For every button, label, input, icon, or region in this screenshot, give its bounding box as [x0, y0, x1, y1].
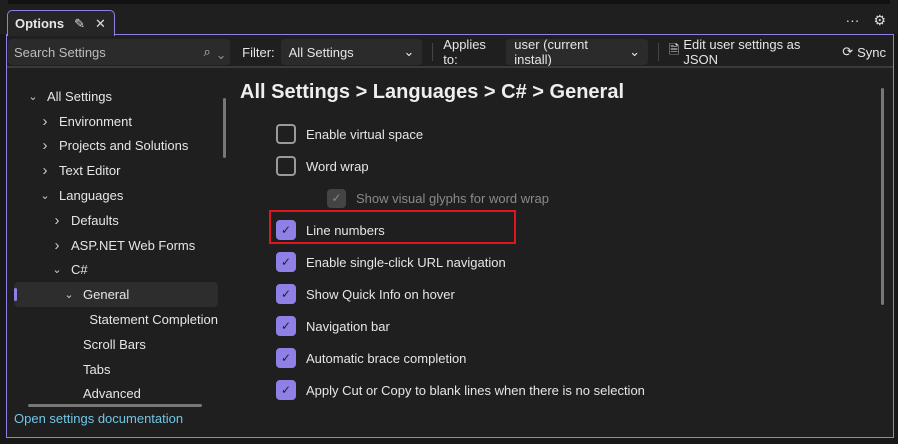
tree-item[interactable]: Advanced: [14, 382, 218, 407]
option-label: Word wrap: [306, 158, 369, 174]
applies-label: Applies to:: [443, 37, 486, 67]
tree-item-label: Projects and Solutions: [59, 138, 189, 154]
options-list: Enable virtual space Word wrap ✓ Show visua…: [276, 118, 645, 406]
search-placeholder: Search Settings: [14, 44, 106, 60]
divider: [657, 43, 659, 61]
search-icon[interactable]: ⌕: [203, 44, 210, 59]
highlight-box: [269, 210, 516, 244]
tree-item-label: Scroll Bars: [83, 336, 146, 352]
tree-item-label: Defaults: [71, 212, 119, 228]
option-row: ✓ Show Quick Info on hover: [276, 278, 645, 310]
sync-button[interactable]: ⟳ Sync: [842, 44, 886, 60]
tree-item[interactable]: › Projects and Solutions: [14, 134, 218, 159]
toolbar: Search Settings ⌕ ⌄ Filter: All Settings…: [8, 37, 886, 67]
gear-icon[interactable]: ⚙: [873, 12, 886, 29]
tree-item[interactable]: ⌄ All Settings: [14, 84, 218, 109]
sync-label: Sync: [857, 44, 887, 60]
toolbar-divider: [7, 66, 893, 68]
applies-value: user (current install): [514, 37, 588, 67]
chevron-down-icon[interactable]: ⌄: [50, 263, 64, 276]
filter-value: All Settings: [288, 44, 354, 60]
tree-item-label: Statement Completion: [89, 312, 218, 328]
checkbox[interactable]: ✓: [276, 316, 296, 336]
tree-item[interactable]: › ASP.NET Web Forms: [14, 233, 218, 258]
option-row: ✓ Apply Cut or Copy to blank lines when t…: [276, 374, 645, 406]
chevron-right-icon[interactable]: ›: [38, 162, 52, 179]
chevron-down-icon[interactable]: ⌄: [26, 90, 40, 103]
filter-label: Filter:: [242, 44, 275, 60]
tab-bar: [0, 0, 898, 34]
top-strip: [8, 0, 890, 4]
tree-item-label: Advanced: [83, 386, 141, 402]
pin-icon[interactable]: ✎: [74, 16, 85, 32]
close-icon[interactable]: ✕: [95, 16, 106, 32]
tree-item-label: Environment: [59, 113, 132, 129]
more-options-button[interactable]: ···: [845, 12, 859, 29]
chevron-down-icon[interactable]: ⌄: [62, 288, 76, 301]
chevron-down-icon[interactable]: ⌄: [218, 44, 224, 59]
sync-icon: ⟳: [842, 44, 854, 59]
tree-item[interactable]: Scroll Bars: [14, 332, 218, 357]
tree-item[interactable]: › Environment: [14, 109, 218, 134]
checkbox[interactable]: ✓: [276, 252, 296, 272]
edit-json-label: Edit user settings as JSON: [683, 37, 801, 67]
tree-item-label: C#: [71, 262, 88, 278]
checkbox[interactable]: ✓: [276, 284, 296, 304]
filter-dropdown[interactable]: All Settings ⌄: [280, 39, 423, 65]
tree-scrollbar[interactable]: [223, 98, 226, 158]
tree-item[interactable]: ⌄ C#: [14, 258, 218, 283]
tree-item-label: Text Editor: [59, 163, 121, 179]
tree-item-label: General: [83, 287, 130, 303]
settings-tree: ⌄ All Settings › Environment › Projects and S…: [14, 84, 218, 406]
content-scrollbar[interactable]: [881, 88, 884, 305]
search-input[interactable]: Search Settings ⌕ ⌄: [8, 39, 231, 65]
checkbox[interactable]: [276, 156, 296, 176]
tab-options[interactable]: Options ✎ ✕: [7, 10, 115, 36]
option-label: Apply Cut or Copy to blank lines when th…: [306, 382, 645, 398]
checkbox[interactable]: [276, 124, 296, 144]
tree-item[interactable]: ⌄ Languages: [14, 183, 218, 208]
tab-title: Options: [15, 16, 65, 31]
option-label: Navigation bar: [306, 318, 390, 334]
option-row: ✓ Navigation bar: [276, 310, 645, 342]
chevron-right-icon[interactable]: ›: [38, 113, 52, 130]
option-row: Enable virtual space: [276, 118, 645, 150]
open-settings-documentation-link[interactable]: Open settings documentation: [14, 411, 183, 426]
chevron-down-icon: ⌄: [403, 44, 415, 59]
checkbox: ✓: [327, 188, 346, 208]
tree-horizontal-scrollbar[interactable]: [28, 404, 202, 407]
checkbox[interactable]: ✓: [276, 348, 296, 368]
tree-item[interactable]: › Defaults: [14, 208, 218, 233]
edit-json-button[interactable]: 🗎 Edit user settings as JSON: [669, 37, 828, 67]
checkbox[interactable]: ✓: [276, 380, 296, 400]
chevron-right-icon[interactable]: ›: [50, 237, 64, 254]
option-label: Automatic brace completion: [306, 350, 467, 366]
option-row: ✓ Enable single-click URL navigation: [276, 246, 645, 278]
edit-file-icon: 🗎: [668, 42, 680, 57]
applies-to-dropdown[interactable]: user (current install) ⌄: [506, 37, 648, 67]
tree-item[interactable]: › Text Editor: [14, 158, 218, 183]
option-row: ✓ Automatic brace completion: [276, 342, 645, 374]
tree-item[interactable]: ⌄ General: [14, 282, 218, 308]
chevron-down-icon: ⌄: [629, 44, 640, 59]
tree-item[interactable]: Tabs: [14, 357, 218, 382]
option-label: Enable single-click URL navigation: [306, 254, 506, 270]
chevron-down-icon[interactable]: ⌄: [38, 189, 52, 202]
tree-item-label: ASP.NET Web Forms: [71, 237, 196, 253]
tree-item-label: All Settings: [47, 88, 113, 104]
chevron-right-icon[interactable]: ›: [38, 137, 52, 154]
page-title: All Settings > Languages > C# > General: [240, 81, 625, 103]
chevron-right-icon[interactable]: ›: [50, 212, 64, 229]
option-label: Show Quick Info on hover: [306, 286, 455, 302]
tree-item-label: Tabs: [83, 361, 111, 377]
option-label: Enable virtual space: [306, 126, 424, 142]
divider: [432, 43, 434, 61]
option-label: Show visual glyphs for word wrap: [356, 190, 549, 206]
option-row: Word wrap: [276, 150, 645, 182]
tree-item-label: Languages: [59, 188, 124, 204]
tree-item[interactable]: Statement Completion: [14, 307, 218, 332]
